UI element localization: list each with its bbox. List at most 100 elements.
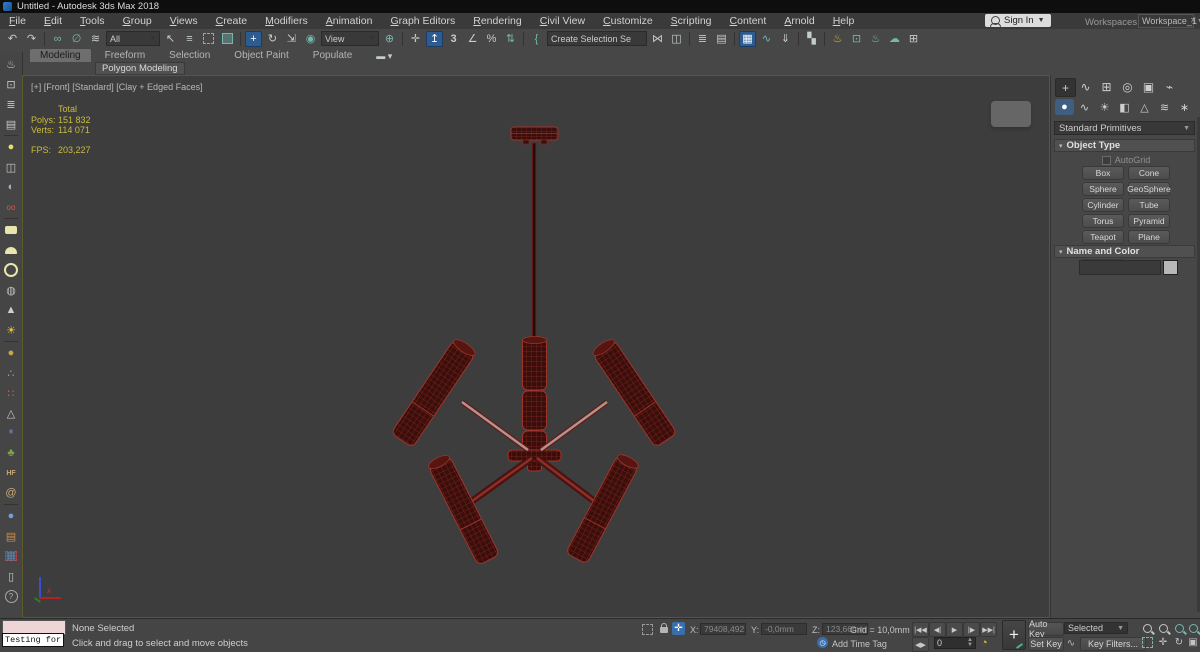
dome-light-icon[interactable] xyxy=(3,242,19,258)
bind-to-space-warp-icon[interactable]: ≋ xyxy=(87,31,104,47)
workspace-dropdown[interactable]: Workspace_1 ▼ xyxy=(1138,14,1200,28)
select-and-move-icon[interactable]: + xyxy=(245,30,262,47)
maxscript-mini-listener[interactable]: Testing for i xyxy=(2,633,64,647)
toggle-ribbon-icon[interactable]: ▦ xyxy=(739,30,756,47)
moon-sphere-icon[interactable]: ◐ xyxy=(3,179,19,195)
named-selection-set-field[interactable]: Create Selection Se xyxy=(547,31,647,46)
object-name-field[interactable] xyxy=(1079,260,1161,275)
menu-content[interactable]: Content xyxy=(721,15,776,27)
window-crossing-icon[interactable] xyxy=(219,31,236,47)
space-warps-category-icon[interactable]: ≋ xyxy=(1155,99,1174,115)
add-time-tag[interactable]: Add Time Tag xyxy=(832,639,887,649)
material-editor-icon[interactable]: ▚ xyxy=(803,31,820,47)
light-projector-icon[interactable]: ◫ xyxy=(3,159,19,175)
polygon-modeling-panel[interactable]: Polygon Modeling xyxy=(95,62,185,75)
mesh-pyramid-icon[interactable]: △ xyxy=(3,405,19,421)
sign-in-button[interactable]: Sign In ▼ xyxy=(985,14,1051,28)
shapes-category-icon[interactable]: ∿ xyxy=(1075,99,1094,115)
document-icon[interactable]: ▯ xyxy=(3,568,19,584)
render-teapot-icon[interactable]: ♨ xyxy=(3,56,19,72)
ribbon-tab-freeform[interactable]: Freeform xyxy=(95,49,156,62)
menu-rendering[interactable]: Rendering xyxy=(464,15,530,27)
menu-create[interactable]: Create xyxy=(207,15,257,27)
select-and-rotate-icon[interactable]: ↻ xyxy=(264,31,281,47)
shell-swirl-icon[interactable]: @ xyxy=(3,485,19,501)
image-file-icon[interactable]: ▤ xyxy=(3,528,19,544)
play-button[interactable]: ▶ xyxy=(946,622,963,637)
snap-toggle-3d-icon[interactable]: 3 xyxy=(445,31,462,47)
menu-help[interactable]: Help xyxy=(824,15,864,27)
cone-button[interactable]: Cone xyxy=(1128,166,1170,180)
select-and-manipulate-icon[interactable]: ✛ xyxy=(407,31,424,47)
pyramid-button[interactable]: Pyramid xyxy=(1128,214,1170,228)
select-and-link-icon[interactable]: ∞ xyxy=(49,31,66,47)
box-button[interactable]: Box xyxy=(1082,166,1124,180)
spinner-snap-icon[interactable]: ⇅ xyxy=(502,31,519,47)
toggle-layer-explorer-icon[interactable]: ▤ xyxy=(713,31,730,47)
render-setup-window-icon[interactable]: ⊡ xyxy=(3,76,19,92)
stereo-glasses-icon[interactable]: oo xyxy=(3,199,19,215)
spinner-arrows-icon[interactable]: ▲ ▼ xyxy=(967,637,973,648)
menu-customize[interactable]: Customize xyxy=(594,15,662,27)
gold-sphere-icon[interactable]: ● xyxy=(3,345,19,361)
render-production-icon[interactable]: ♨ xyxy=(867,31,884,47)
undo-icon[interactable]: ↶ xyxy=(4,31,21,47)
current-frame-field[interactable]: 0 ▲ ▼ xyxy=(934,637,976,649)
molecule-icon[interactable]: ∷ xyxy=(3,385,19,401)
ribbon-minimize-icon[interactable]: ▬ ▾ xyxy=(376,51,392,62)
reference-coordinate-dropdown[interactable]: View ▼ xyxy=(321,31,379,46)
x-coord-field[interactable]: 79408,492 xyxy=(700,623,746,635)
orbit-icon[interactable]: ↻ xyxy=(1172,636,1186,649)
render-gallery-icon[interactable]: ⊞ xyxy=(905,31,922,47)
ribbon-tab-selection[interactable]: Selection xyxy=(159,49,220,62)
key-filters-button[interactable]: Key Filters... xyxy=(1080,637,1146,651)
ribbon-tab-modeling[interactable]: Modeling xyxy=(30,49,91,62)
edit-named-selection-sets-icon[interactable]: { xyxy=(528,31,545,47)
create-tab-icon[interactable]: + xyxy=(1055,78,1076,97)
go-to-end-button[interactable]: ▶▶| xyxy=(980,622,997,637)
previous-frame-button[interactable]: ◀| xyxy=(929,622,946,637)
selection-lock-icon[interactable] xyxy=(657,621,671,635)
rendered-frame-window-icon[interactable]: ⊡ xyxy=(848,31,865,47)
go-to-start-button[interactable]: |◀◀ xyxy=(912,622,929,637)
align-icon[interactable]: ◫ xyxy=(668,31,685,47)
curve-editor-icon[interactable]: ∿ xyxy=(758,31,775,47)
crumple-object-icon[interactable]: * xyxy=(3,425,19,441)
select-and-place-icon[interactable]: ◉ xyxy=(302,31,319,47)
object-color-swatch[interactable] xyxy=(1163,260,1178,275)
select-object-icon[interactable]: ↖ xyxy=(162,31,179,47)
zoom-extents-icon[interactable] xyxy=(1172,622,1186,635)
use-pivot-point-icon[interactable]: ⊕ xyxy=(381,31,398,47)
redo-icon[interactable]: ↷ xyxy=(23,31,40,47)
name-and-color-rollout[interactable]: ▾ Name and Color xyxy=(1054,245,1195,258)
systems-category-icon[interactable]: ∗ xyxy=(1175,99,1194,115)
angle-snap-icon[interactable]: ∠ xyxy=(464,31,481,47)
time-configuration-icon[interactable]: ◔ xyxy=(981,637,988,649)
isolate-selection-icon[interactable] xyxy=(640,622,654,636)
selection-set-dropdown[interactable]: Selected ▼ xyxy=(1064,622,1128,634)
render-setup-icon[interactable]: ♨ xyxy=(829,31,846,47)
unlink-selection-icon[interactable]: ∅ xyxy=(68,31,85,47)
sun-light-icon[interactable]: ☀ xyxy=(3,322,19,338)
menu-arnold[interactable]: Arnold xyxy=(775,15,823,27)
viewport-front[interactable]: [+] [Front] [Standard] [Clay + Edged Fac… xyxy=(22,75,1050,618)
zoom-all-icon[interactable] xyxy=(1156,622,1170,635)
box-selection-icon[interactable]: ▦ xyxy=(3,548,19,564)
autogrid-checkbox[interactable] xyxy=(1101,155,1111,165)
menu-civil-view[interactable]: Civil View xyxy=(531,15,594,27)
set-key-button[interactable]: Set Key xyxy=(1028,637,1064,651)
absolute-mode-transform-icon[interactable]: ✛ xyxy=(672,622,685,635)
y-coord-field[interactable]: -0,0mm xyxy=(761,623,807,635)
rect-light-icon[interactable] xyxy=(3,222,19,238)
select-and-scale-icon[interactable]: ⇲ xyxy=(283,31,300,47)
menu-views[interactable]: Views xyxy=(161,15,207,27)
selection-filter-dropdown[interactable]: All ▼ xyxy=(106,31,160,46)
cone-light-icon[interactable]: ▲ xyxy=(3,302,19,318)
foliage-icon[interactable]: ♣ xyxy=(3,445,19,461)
disc-light-icon[interactable] xyxy=(3,262,19,278)
auto-key-button[interactable]: Auto Key xyxy=(1028,619,1064,639)
percent-snap-icon[interactable]: % xyxy=(483,31,500,47)
cylinder-button[interactable]: Cylinder xyxy=(1082,198,1124,212)
pan-icon[interactable]: ✛ xyxy=(1156,636,1170,649)
toggle-scene-explorer-icon[interactable]: ≣ xyxy=(694,31,711,47)
